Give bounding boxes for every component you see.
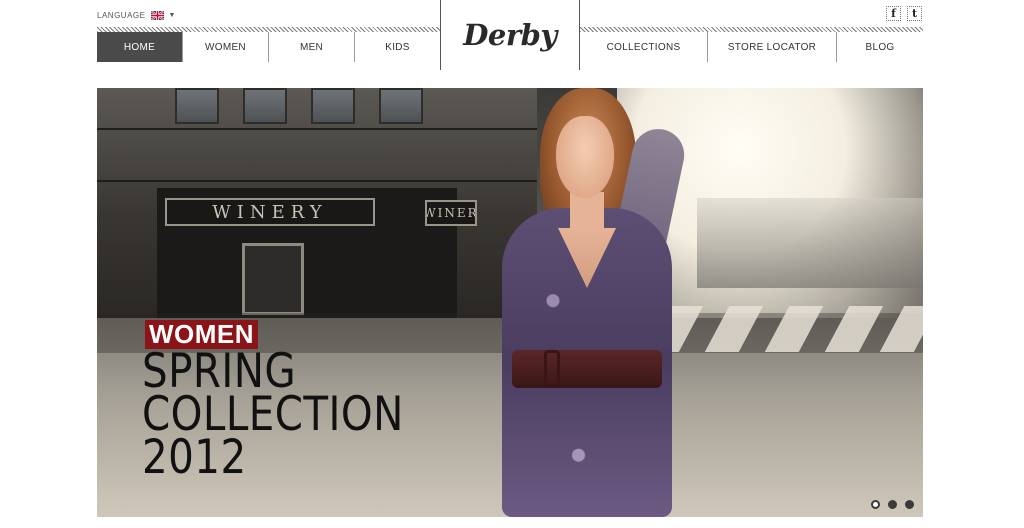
logo-container[interactable]: Derby <box>440 0 580 70</box>
facebook-button[interactable]: f <box>886 6 901 21</box>
bus <box>697 198 923 288</box>
model-figure <box>452 88 722 517</box>
slider-pagination <box>871 500 914 509</box>
nav-home[interactable]: HOME <box>97 32 183 62</box>
twitter-button[interactable]: t <box>907 6 922 21</box>
store-door <box>242 243 304 315</box>
facebook-icon: f <box>891 7 896 20</box>
nav-blog[interactable]: BLOG <box>837 32 923 62</box>
model-neck <box>570 192 604 232</box>
language-selector[interactable]: LANGUAGE ▼ <box>97 9 176 21</box>
language-label: LANGUAGE <box>97 10 146 20</box>
uk-flag-icon <box>151 10 165 20</box>
main-nav-right: COLLECTIONS STORE LOCATOR BLOG <box>580 32 923 62</box>
logo: Derby <box>463 18 557 52</box>
nav-women[interactable]: WOMEN <box>183 32 269 62</box>
belt-buckle <box>544 350 560 388</box>
winery-sign: WINERY <box>165 198 375 226</box>
chevron-down-icon: ▼ <box>168 11 176 19</box>
nav-kids[interactable]: KIDS <box>355 32 440 62</box>
nav-store-locator[interactable]: STORE LOCATOR <box>708 32 837 62</box>
twitter-icon: t <box>911 7 918 20</box>
nav-collections[interactable]: COLLECTIONS <box>580 32 708 62</box>
hero-title-line-3: 2012 <box>142 430 247 485</box>
main-nav-left: HOME WOMEN MEN KIDS <box>97 32 440 62</box>
model-face <box>556 116 614 198</box>
slider-dot-3[interactable] <box>905 500 914 509</box>
slider-dot-2[interactable] <box>888 500 897 509</box>
model-belt <box>512 350 662 388</box>
slider-dot-1[interactable] <box>871 500 880 509</box>
nav-men[interactable]: MEN <box>269 32 355 62</box>
